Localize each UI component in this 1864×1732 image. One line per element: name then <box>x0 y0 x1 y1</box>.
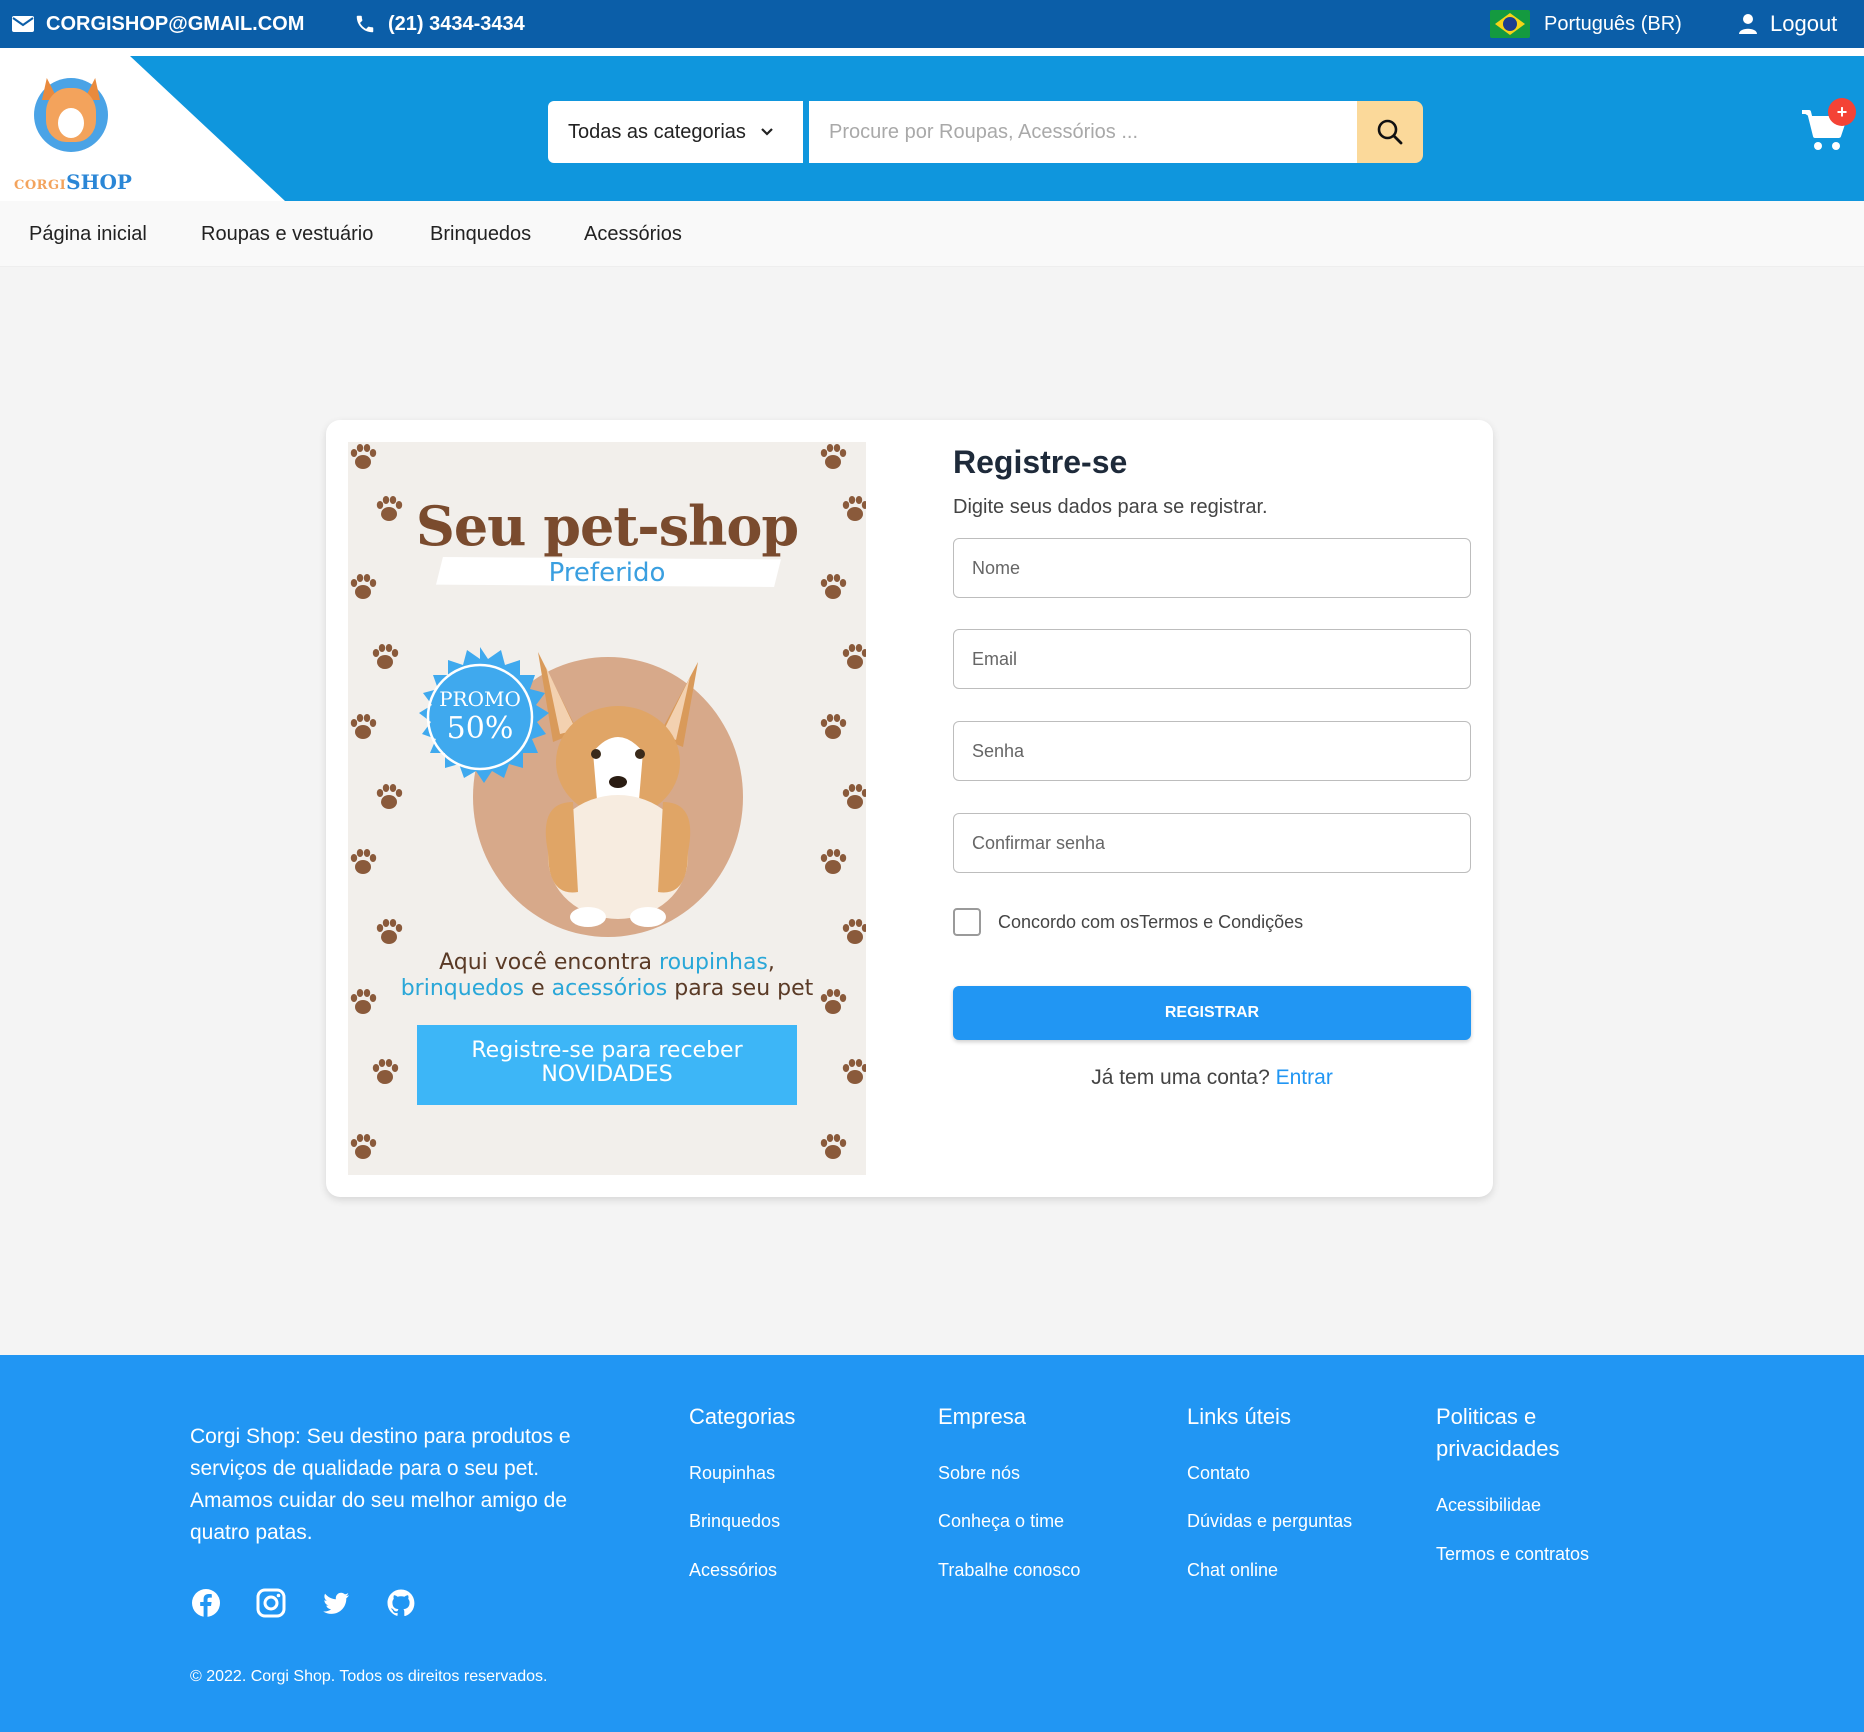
nav-item-accessories[interactable]: Acessórios <box>584 201 682 267</box>
paw-icon <box>820 1134 847 1159</box>
logo-text-corgi: CORGI <box>14 178 67 193</box>
search-input[interactable] <box>809 101 1357 163</box>
footer-link[interactable]: Acessibilidae <box>1436 1495 1541 1516</box>
footer-column-categories: Categorias Roupinhas Brinquedos Acessóri… <box>689 1401 909 1580</box>
login-prompt: Já tem uma conta? Entrar <box>953 1066 1471 1090</box>
copyright-text: © 2022. Corgi Shop. Todos os direitos re… <box>190 1668 548 1685</box>
phone-text: (21) 3434-3434 <box>388 12 525 35</box>
logo-text-shop: SHOP <box>66 170 132 194</box>
footer-column-policies: Politicas e privacidades Acessibilidae T… <box>1436 1401 1636 1564</box>
chevron-down-icon <box>761 128 773 136</box>
paw-icon <box>820 714 847 739</box>
paw-icon <box>842 919 866 944</box>
paw-icon <box>376 784 403 809</box>
footer-link[interactable]: Termos e contratos <box>1436 1544 1589 1565</box>
paw-icon <box>842 784 866 809</box>
category-select[interactable]: Todas as categorias <box>548 101 803 163</box>
footer-link[interactable]: Dúvidas e perguntas <box>1187 1511 1352 1532</box>
header-divider <box>0 48 1864 56</box>
paw-icon <box>820 444 847 469</box>
paw-icon <box>372 1059 399 1084</box>
terms-checkbox[interactable] <box>953 908 981 936</box>
email-field[interactable] <box>953 629 1471 689</box>
brazil-flag-icon <box>1490 10 1530 38</box>
contact-phone[interactable]: (21) 3434-3434 <box>354 0 525 48</box>
search-icon <box>1377 119 1403 145</box>
promo-cta-line1: Registre-se para receber <box>471 1038 743 1063</box>
register-button[interactable]: REGISTRAR <box>953 986 1471 1040</box>
promo-title: Seu pet-shop <box>415 494 799 558</box>
footer-column-title: Politicas e privacidades <box>1436 1404 1560 1461</box>
footer-link[interactable]: Acessórios <box>689 1560 777 1581</box>
paw-icon <box>350 849 377 874</box>
search-bar: Todas as categorias <box>548 101 1423 163</box>
promo-discount-badge: PROMO 50% <box>410 647 550 787</box>
corgi-shop-logo[interactable]: CORGISHOP <box>10 74 132 194</box>
login-prompt-text: Já tem uma conta? <box>1091 1066 1276 1089</box>
footer-link[interactable]: Contato <box>1187 1463 1250 1484</box>
logout-button[interactable]: Logout <box>1738 0 1837 48</box>
footer-link[interactable]: Sobre nós <box>938 1463 1020 1484</box>
promo-badge-line1: PROMO <box>439 687 521 711</box>
password-field[interactable] <box>953 721 1471 781</box>
promo-cta-line2: NOVIDADES <box>541 1062 673 1087</box>
instagram-icon[interactable] <box>256 1588 286 1618</box>
footer-column-title: Empresa <box>938 1404 1027 1429</box>
footer: Corgi Shop: Seu destino para produtos e … <box>0 1355 1864 1732</box>
phone-icon <box>356 15 374 33</box>
github-icon[interactable] <box>386 1588 416 1618</box>
name-field[interactable] <box>953 538 1471 598</box>
register-card: Seu pet-shop Preferido PROMO 50% Aqui vo… <box>326 420 1493 1197</box>
promo-subtitle: Preferido <box>548 558 666 588</box>
paw-icon <box>350 1134 377 1159</box>
footer-link[interactable]: Roupinhas <box>689 1463 775 1484</box>
nav-item-toys[interactable]: Brinquedos <box>430 201 531 267</box>
form-title: Registre-se <box>953 444 1128 480</box>
footer-link[interactable]: Chat online <box>1187 1560 1278 1581</box>
nav-item-clothing[interactable]: Roupas e vestuário <box>201 201 373 267</box>
terms-row: Concordo com osTermos e Condições <box>953 908 1303 936</box>
footer-about: Corgi Shop: Seu destino para produtos e … <box>190 1425 571 1544</box>
language-label: Português (BR) <box>1544 12 1682 35</box>
footer-link[interactable]: Brinquedos <box>689 1511 780 1532</box>
promo-badge-line2: 50% <box>446 711 514 746</box>
promo-banner: Seu pet-shop Preferido PROMO 50% Aqui vo… <box>348 442 866 1175</box>
paw-icon <box>820 849 847 874</box>
main-nav: Página inicial Roupas e vestuário Brinqu… <box>0 201 1864 267</box>
footer-column-company: Empresa Sobre nós Conheça o time Trabalh… <box>938 1401 1158 1580</box>
envelope-icon <box>12 16 34 32</box>
footer-link[interactable]: Trabalhe conosco <box>938 1560 1080 1581</box>
twitter-icon[interactable] <box>321 1588 351 1618</box>
footer-column-useful-links: Links úteis Contato Dúvidas e perguntas … <box>1187 1401 1407 1580</box>
paw-icon <box>372 644 399 669</box>
paw-icon <box>842 1059 866 1084</box>
facebook-icon[interactable] <box>191 1588 221 1618</box>
user-icon <box>1739 14 1757 34</box>
promo-description: Aqui você encontra roupinhas, brinquedos… <box>400 950 814 1001</box>
header: CORGISHOP Todas as categorias + <box>0 56 1864 201</box>
paw-icon <box>376 919 403 944</box>
email-text: CORGISHOP@GMAIL.COM <box>46 12 305 35</box>
search-button[interactable] <box>1357 101 1423 163</box>
paw-icon <box>350 714 377 739</box>
topbar: CORGISHOP@GMAIL.COM (21) 3434-3434 Portu… <box>0 0 1864 48</box>
cart-badge[interactable]: + <box>1828 98 1856 126</box>
footer-column-title: Links úteis <box>1187 1404 1291 1429</box>
nav-item-home[interactable]: Página inicial <box>29 201 147 267</box>
form-subtitle: Digite seus dados para se registrar. <box>953 496 1268 518</box>
paw-icon <box>842 644 866 669</box>
terms-label[interactable]: Concordo com osTermos e Condições <box>998 912 1303 933</box>
login-link[interactable]: Entrar <box>1276 1066 1333 1089</box>
corgi-face-icon <box>46 88 96 142</box>
promo-cta-box: Registre-se para receber NOVIDADES <box>417 1025 797 1105</box>
footer-column-title: Categorias <box>689 1404 796 1429</box>
logout-label: Logout <box>1770 11 1838 36</box>
language-selector[interactable]: Português (BR) <box>1490 0 1682 48</box>
confirm-password-field[interactable] <box>953 813 1471 873</box>
category-select-label: Todas as categorias <box>568 120 746 143</box>
paw-icon <box>350 444 377 469</box>
contact-email[interactable]: CORGISHOP@GMAIL.COM <box>12 0 304 48</box>
footer-link[interactable]: Conheça o time <box>938 1511 1064 1532</box>
